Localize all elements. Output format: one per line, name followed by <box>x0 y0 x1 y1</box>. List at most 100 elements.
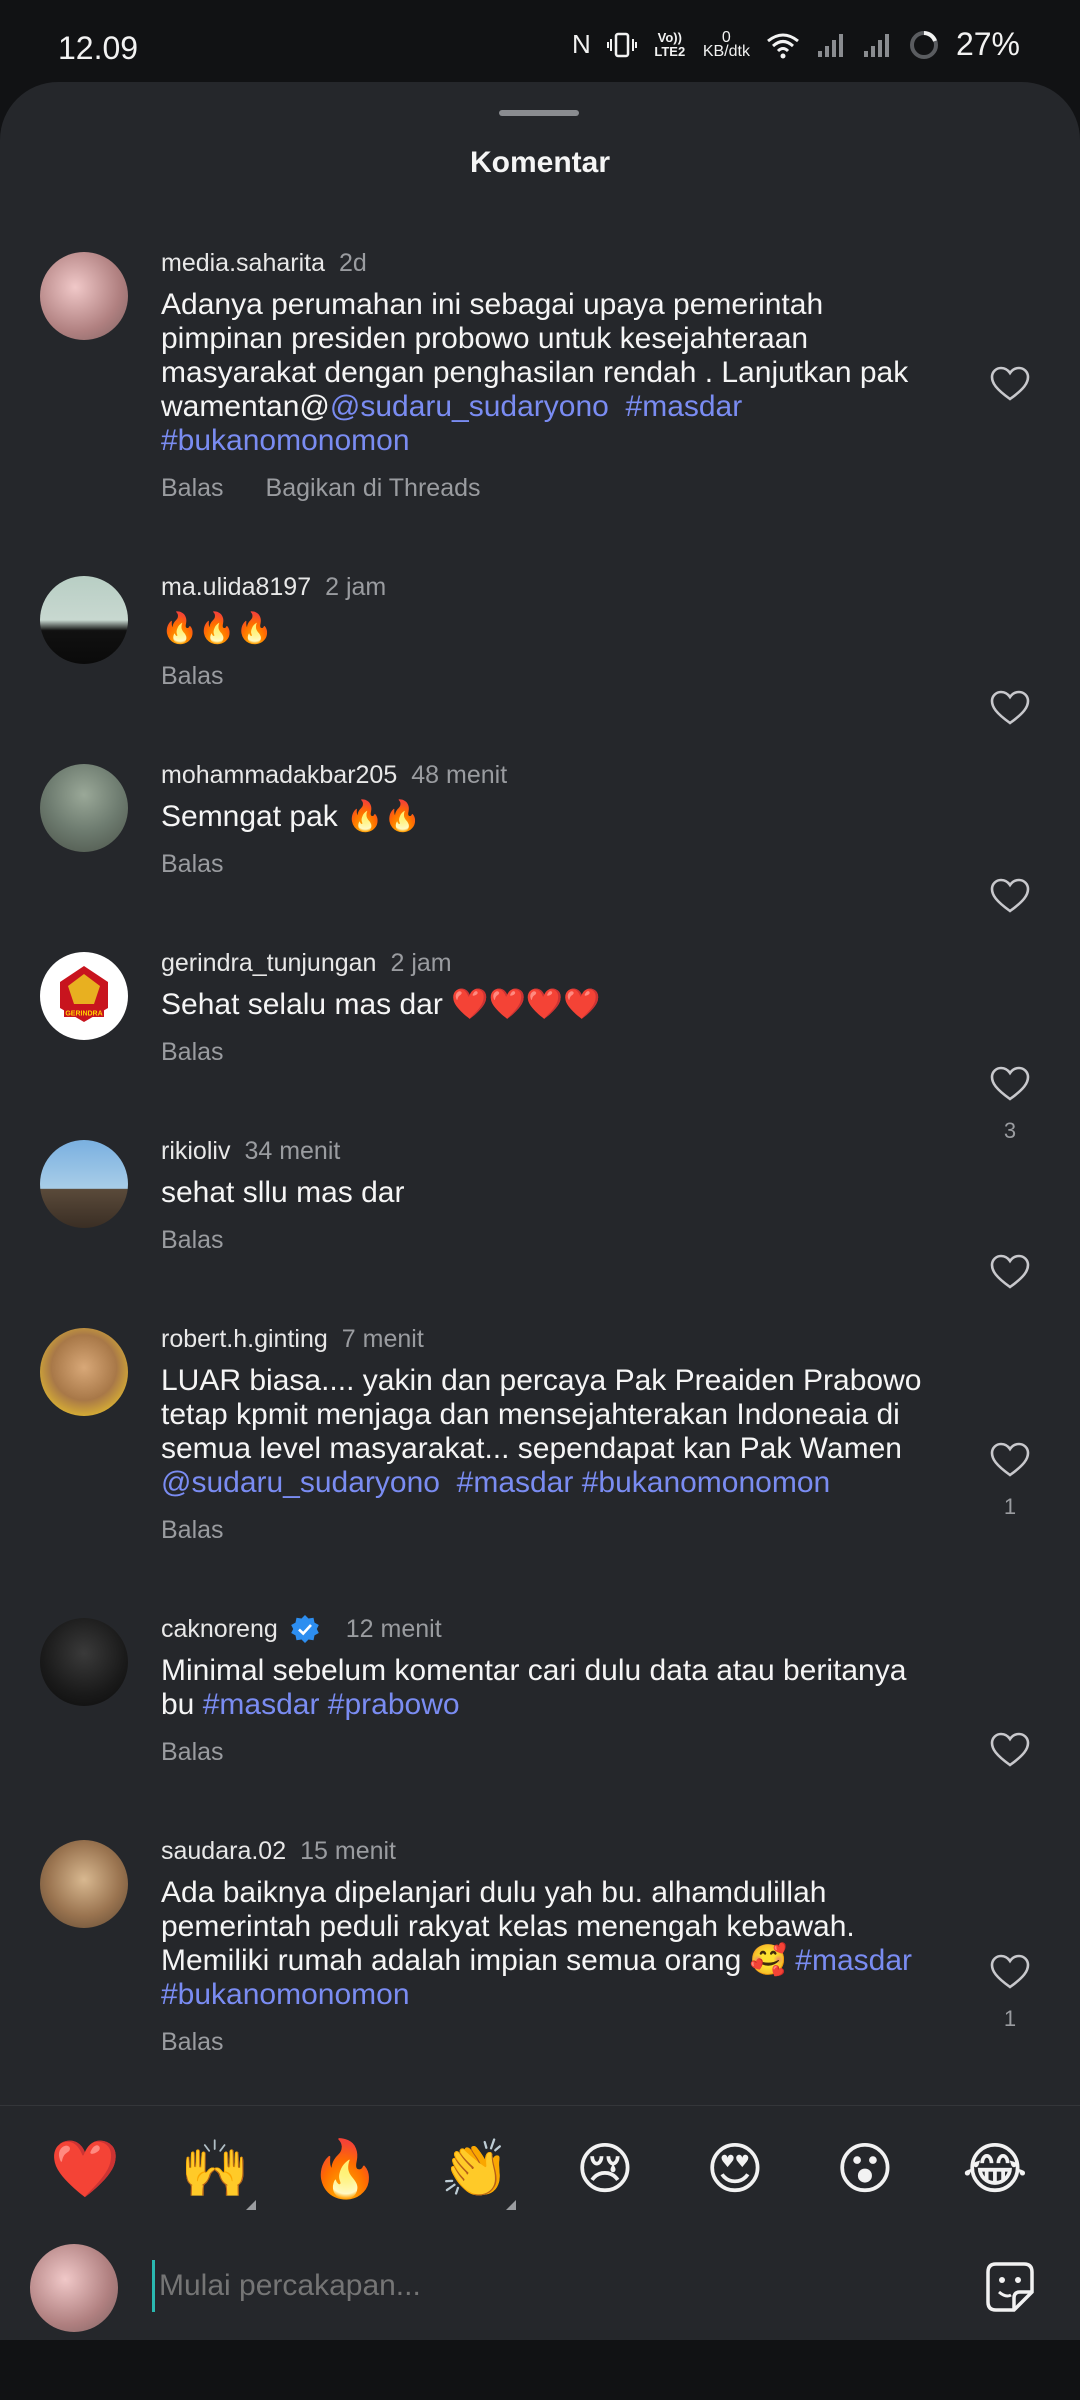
comment-text: Minimal sebelum komentar cari dulu data … <box>161 1654 941 1722</box>
reply-button[interactable]: Balas <box>161 1738 224 1767</box>
comment-actions: Balas Bagikan di Threads <box>161 474 941 503</box>
expand-arrow-icon <box>506 2200 516 2210</box>
comment-actions: Balas <box>161 1226 941 1255</box>
heart-outline-icon[interactable] <box>990 1954 1030 1990</box>
avatar[interactable] <box>40 1328 128 1416</box>
expand-arrow-icon <box>246 2200 256 2210</box>
comment-mention[interactable]: @sudaru_sudaryono <box>161 1466 440 1499</box>
like-count: 1 <box>1003 1494 1017 1519</box>
comment-time: 12 menit <box>345 1615 442 1643</box>
comment-text: 🔥🔥🔥 <box>161 612 274 645</box>
comment-hashtag[interactable]: #bukanomonomon <box>161 1978 410 2011</box>
reply-button[interactable]: Balas <box>161 1038 224 1067</box>
comment-body: rikioliv 34 menit sehat sllu mas dar Bal… <box>161 1136 941 1255</box>
comment-hashtag[interactable]: #masdar <box>203 1688 320 1721</box>
like-count: 1 <box>1003 2006 1017 2031</box>
battery-icon <box>909 30 938 59</box>
comment-username[interactable]: mohammadakbar205 <box>161 760 397 790</box>
comment-mention[interactable]: @sudaru_sudaryono <box>330 390 609 423</box>
comment-meta: ma.ulida8197 2 jam <box>161 572 941 602</box>
comment-hashtag[interactable]: #masdar <box>457 1466 574 1499</box>
comment-text: Ada baiknya dipelanjari dulu yah bu. alh… <box>161 1876 941 2012</box>
comment-body: caknoreng 12 menit Minimal sebelum komen… <box>161 1614 941 1767</box>
comment-username[interactable]: robert.h.ginting <box>161 1324 328 1354</box>
sticker-icon[interactable] <box>980 2258 1040 2318</box>
reply-button[interactable]: Balas <box>161 1226 224 1255</box>
comment-actions: Balas <box>161 2028 941 2057</box>
comment-time: 34 menit <box>244 1137 341 1165</box>
comment-text: Semngat pak 🔥🔥 <box>161 800 421 833</box>
reply-button[interactable]: Balas <box>161 1516 224 1545</box>
reaction-laughing[interactable]: 😂 <box>960 2134 1030 2204</box>
net-speed: 0 KB/dtk <box>702 29 750 60</box>
comment-username[interactable]: gerindra_tunjungan <box>161 948 376 978</box>
comment-meta: rikioliv 34 menit <box>161 1136 941 1166</box>
reply-button[interactable]: Balas <box>161 2028 224 2057</box>
comment-meta: gerindra_tunjungan 2 jam <box>161 948 941 978</box>
comment-hashtag[interactable]: #bukanomonomon <box>582 1466 831 1499</box>
avatar[interactable] <box>40 252 128 340</box>
comment-body: ma.ulida8197 2 jam 🔥🔥🔥 Balas <box>161 572 941 691</box>
reaction-raised-hands[interactable]: 🙌 <box>180 2134 250 2204</box>
like-count: 3 <box>1003 1118 1017 1143</box>
comment-meta: saudara.02 15 menit <box>161 1836 941 1866</box>
reply-button[interactable]: Balas <box>161 850 224 879</box>
heart-outline-icon[interactable] <box>990 878 1030 914</box>
comment-username[interactable]: ma.ulida8197 <box>161 572 311 602</box>
net-speed-unit: KB/dtk <box>702 42 750 60</box>
comment-username[interactable]: caknoreng <box>161 1614 278 1644</box>
reply-button[interactable]: Balas <box>161 662 224 691</box>
avatar[interactable]: GERINDRA <box>40 952 128 1040</box>
comment-body: robert.h.ginting 7 menit LUAR biasa.... … <box>161 1324 941 1545</box>
reaction-surprised[interactable]: 😮 <box>830 2134 900 2204</box>
comment-actions: Balas <box>161 1738 941 1767</box>
wifi-icon <box>767 33 799 58</box>
comment-actions: Balas <box>161 1038 941 1067</box>
sheet-title: Komentar <box>469 146 611 179</box>
comment-hashtag[interactable]: #masdar <box>626 390 743 423</box>
status-time: 12.09 <box>58 30 139 66</box>
reaction-heart[interactable]: ❤️ <box>50 2134 120 2204</box>
system-nav-area <box>0 2340 1080 2400</box>
heart-outline-icon[interactable] <box>990 690 1030 726</box>
avatar[interactable] <box>40 1140 128 1228</box>
comment-body: mohammadakbar205 48 menit Semngat pak 🔥🔥… <box>161 760 941 879</box>
comment-actions: Balas <box>161 662 941 691</box>
avatar[interactable] <box>40 576 128 664</box>
avatar[interactable] <box>40 764 128 852</box>
comment-text-plain: Ada baiknya dipelanjari dulu yah bu. alh… <box>161 1876 855 1977</box>
reaction-sad[interactable]: 😢 <box>570 2134 640 2204</box>
reaction-heart-eyes[interactable]: 😍 <box>700 2134 770 2204</box>
reaction-clap[interactable]: 👏 <box>440 2134 510 2204</box>
avatar[interactable] <box>40 1840 128 1928</box>
heart-outline-icon[interactable] <box>990 1732 1030 1768</box>
heart-outline-icon[interactable] <box>990 1254 1030 1290</box>
comment-username[interactable]: media.saharita <box>161 248 325 278</box>
heart-outline-icon[interactable] <box>990 1442 1030 1478</box>
signal-icon-2 <box>863 33 889 57</box>
reply-button[interactable]: Balas <box>161 474 224 503</box>
status-icons: N Vo)) LTE2 0 KB/dtk 27% <box>572 26 1020 63</box>
battery-percent: 27% <box>955 26 1020 62</box>
avatar[interactable] <box>40 1618 128 1706</box>
comment-body: saudara.02 15 menit Ada baiknya dipelanj… <box>161 1836 941 2057</box>
comment-meta: robert.h.ginting 7 menit <box>161 1324 941 1354</box>
comment-hashtag[interactable]: #masdar <box>795 1944 912 1977</box>
heart-outline-icon[interactable] <box>990 1066 1030 1102</box>
comment-hashtag[interactable]: #prabowo <box>328 1688 460 1721</box>
comment-username[interactable]: saudara.02 <box>161 1836 286 1866</box>
heart-outline-icon[interactable] <box>990 366 1030 402</box>
comment-text: Adanya perumahan ini sebagai upaya pemer… <box>161 288 941 458</box>
comment-meta: mohammadakbar205 48 menit <box>161 760 941 790</box>
comment-username[interactable]: rikioliv <box>161 1136 230 1166</box>
drag-handle[interactable] <box>499 110 579 116</box>
comment-input[interactable] <box>152 2260 961 2312</box>
reaction-fire[interactable]: 🔥 <box>310 2134 380 2204</box>
comment-body: gerindra_tunjungan 2 jam Sehat selalu ma… <box>161 948 941 1067</box>
comments-sheet: Komentar media.saharita 2d Adanya peruma… <box>0 82 1080 2400</box>
comment-hashtag[interactable]: #bukanomonomon <box>161 424 410 457</box>
comment-actions: Balas <box>161 1516 941 1545</box>
comment-time: 2 jam <box>390 949 452 977</box>
share-threads-button[interactable]: Bagikan di Threads <box>266 474 481 503</box>
comment-text-plain: LUAR biasa.... yakin dan percaya Pak Pre… <box>161 1364 922 1465</box>
